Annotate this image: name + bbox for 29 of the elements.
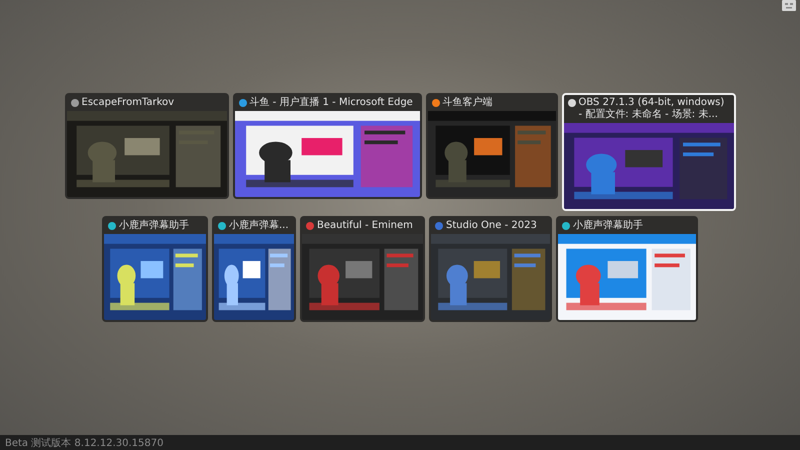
window-thumbnail[interactable]: 斗鱼客户端 bbox=[426, 93, 558, 199]
window-thumbnail[interactable]: OBS 27.1.3 (64-bit, windows) - 配置文件: 未命名 - 场景: 未... bbox=[562, 93, 736, 211]
window-title: 小鹿声弹幕助手 bbox=[573, 220, 643, 232]
window-title: 斗鱼客户端 bbox=[442, 97, 492, 109]
app-icon bbox=[238, 99, 246, 107]
window-title: EscapeFromTarkov bbox=[82, 97, 174, 109]
window-title: 小鹿声弹幕... bbox=[229, 220, 289, 232]
window-thumbnail[interactable]: 小鹿声弹幕助手 bbox=[556, 216, 698, 322]
app-icon bbox=[568, 99, 576, 107]
app-icon bbox=[432, 99, 440, 107]
app-icon bbox=[108, 222, 116, 230]
app-icon bbox=[435, 222, 443, 230]
app-icon bbox=[562, 222, 570, 230]
window-title: OBS 27.1.3 (64-bit, windows) - 配置文件: 未命名 - 场景: 未... bbox=[578, 97, 726, 121]
window-thumbnail[interactable]: 斗鱼 - 用户直播 1 - Microsoft Edge bbox=[232, 93, 422, 199]
window-thumbnail[interactable]: EscapeFromTarkov bbox=[64, 93, 228, 199]
window-title: Studio One - 2023 bbox=[446, 220, 537, 232]
app-icon bbox=[70, 99, 78, 107]
window-thumbnail[interactable]: Studio One - 2023 bbox=[429, 216, 552, 322]
window-thumbnail[interactable]: 小鹿声弹幕助手 bbox=[102, 216, 208, 322]
window-thumbnail[interactable]: Beautiful - Eminem bbox=[300, 216, 425, 322]
window-title: 小鹿声弹幕助手 bbox=[119, 220, 189, 232]
version-label: Beta 测试版本 8.12.12.30.15870 bbox=[5, 436, 164, 450]
app-icon bbox=[218, 222, 226, 230]
app-icon bbox=[306, 222, 314, 230]
widget-icon[interactable] bbox=[782, 0, 796, 11]
window-title: Beautiful - Eminem bbox=[317, 220, 413, 232]
window-thumbnail[interactable]: 小鹿声弹幕... bbox=[212, 216, 296, 322]
window-title: 斗鱼 - 用户直播 1 - Microsoft Edge bbox=[250, 97, 413, 109]
